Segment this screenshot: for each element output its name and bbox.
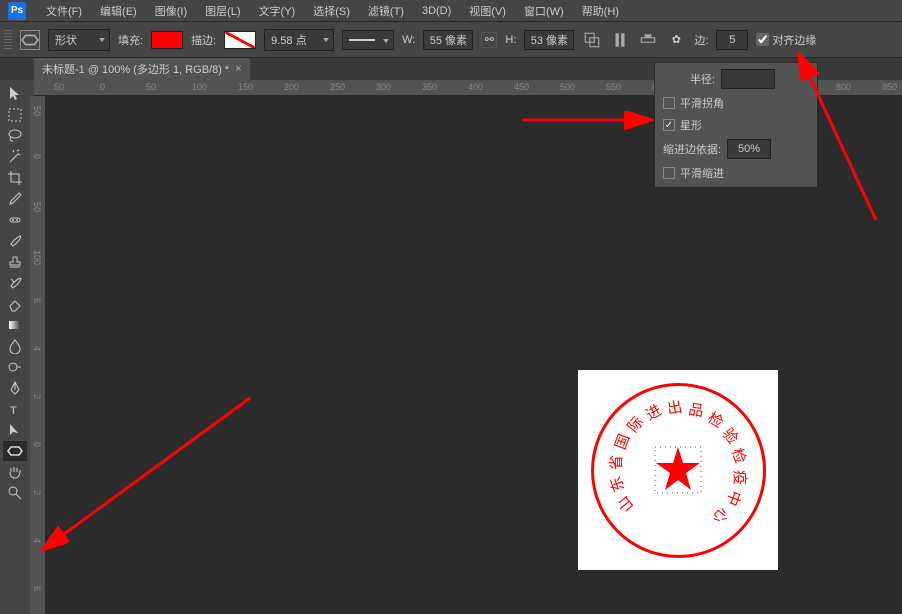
smooth-indent-checkbox[interactable]: 平滑缩进 [663,165,809,181]
radius-label: 半径: [663,71,715,87]
eraser-tool[interactable] [3,294,27,314]
grip-icon[interactable] [4,30,12,50]
lasso-tool[interactable] [3,126,27,146]
heal-tool[interactable] [3,210,27,230]
menu-file[interactable]: 文件(F) [38,1,90,21]
menu-view[interactable]: 视图(V) [461,1,514,21]
marquee-tool[interactable] [3,105,27,125]
sides-input[interactable] [716,30,748,50]
fill-swatch[interactable] [151,31,183,49]
close-icon[interactable]: × [235,63,241,75]
menu-select[interactable]: 选择(S) [305,1,358,21]
indent-input[interactable] [727,139,771,159]
history-brush-tool[interactable] [3,273,27,293]
stamp-star-icon [653,445,703,495]
pen-tool[interactable] [3,378,27,398]
stamp-tool[interactable] [3,252,27,272]
menu-filter[interactable]: 滤镜(T) [360,1,412,21]
menu-bar: Ps 文件(F) 编辑(E) 图像(I) 图层(L) 文字(Y) 选择(S) 滤… [0,0,902,22]
link-wh-icon[interactable]: ⚯ [481,32,497,48]
document-tab-title: 未标题-1 @ 100% (多边形 1, RGB/8) * [42,61,229,77]
wand-tool[interactable] [3,147,27,167]
hand-tool[interactable] [3,462,27,482]
move-tool[interactable] [3,84,27,104]
gradient-tool[interactable] [3,315,27,335]
toolbox: T [0,80,30,614]
tool-mode-select[interactable]: 形状 [48,29,110,51]
radius-input[interactable] [721,69,775,89]
menu-help[interactable]: 帮助(H) [574,1,627,21]
document-tab[interactable]: 未标题-1 @ 100% (多边形 1, RGB/8) * × [34,58,250,80]
stroke-width-input[interactable]: 9.58 点 [264,29,334,51]
path-combine-icon[interactable] [582,30,602,50]
stroke-swatch[interactable] [224,31,256,49]
eyedropper-tool[interactable] [3,189,27,209]
options-bar: 形状 填充: 描边: 9.58 点 W: ⚯ H: ✿ 边: 对齐边缘 [0,22,902,58]
polygon-options-popup: 半径: 平滑拐角 星形 缩进边依据: 平滑缩进 [654,62,818,188]
indent-label: 缩进边依据: [663,141,721,157]
polygon-shape-tool[interactable] [3,441,27,461]
smooth-indent-label: 平滑缩进 [680,165,724,181]
polygon-preset-icon[interactable] [20,30,40,50]
dodge-tool[interactable] [3,357,27,377]
type-tool[interactable]: T [3,399,27,419]
align-edges-label: 对齐边缘 [772,32,816,48]
path-align-icon[interactable] [610,30,630,50]
ps-logo-icon: Ps [8,2,26,20]
zoom-tool[interactable] [3,483,27,503]
menu-layer[interactable]: 图层(L) [197,1,248,21]
stamp-artwork: 山东省国际进出品检验检疫中心 [578,370,778,570]
align-edges-checkbox[interactable]: 对齐边缘 [756,32,816,48]
gear-icon[interactable]: ✿ [666,30,686,50]
blur-tool[interactable] [3,336,27,356]
height-input[interactable] [524,30,574,50]
width-input[interactable] [423,30,473,50]
menu-3d[interactable]: 3D(D) [414,3,459,19]
menu-type[interactable]: 文字(Y) [251,1,304,21]
menu-image[interactable]: 图像(I) [147,1,195,21]
fill-label: 填充: [118,32,143,48]
path-arrange-icon[interactable] [638,30,658,50]
star-label: 星形 [680,117,702,133]
brush-tool[interactable] [3,231,27,251]
stroke-label: 描边: [191,32,216,48]
svg-text:T: T [10,405,17,417]
h-label: H: [505,34,516,46]
menu-window[interactable]: 窗口(W) [516,1,572,21]
smooth-corners-label: 平滑拐角 [680,95,724,111]
menu-edit[interactable]: 编辑(E) [92,1,145,21]
path-select-tool[interactable] [3,420,27,440]
w-label: W: [402,34,415,46]
smooth-corners-checkbox[interactable]: 平滑拐角 [663,95,809,111]
star-checkbox[interactable]: 星形 [663,117,809,133]
crop-tool[interactable] [3,168,27,188]
stroke-style-select[interactable] [342,30,394,50]
sides-label: 边: [694,32,708,48]
